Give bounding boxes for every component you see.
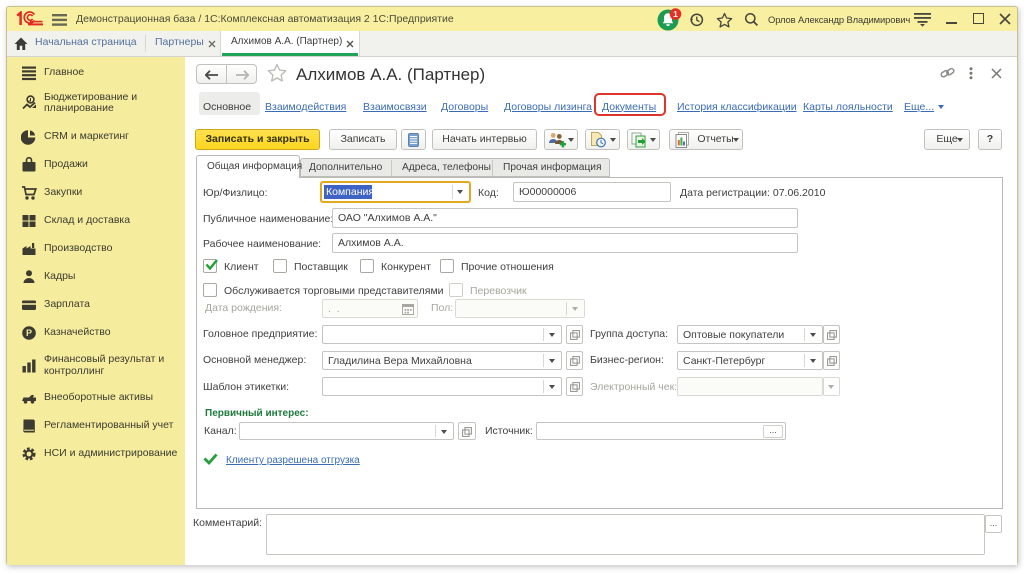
svg-text:1: 1 [673, 9, 678, 19]
svg-text:Р: Р [26, 328, 32, 338]
